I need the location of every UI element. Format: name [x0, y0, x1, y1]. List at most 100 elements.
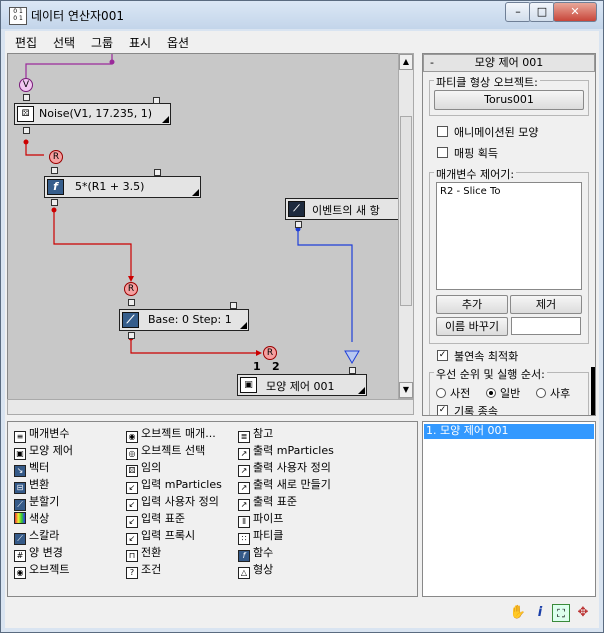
port-r-circle-1[interactable]: R — [49, 150, 63, 164]
palette-item-switch[interactable]: ⊓ 전환 — [126, 544, 161, 562]
post-radio[interactable] — [536, 388, 546, 398]
palette-item-output-standard[interactable]: ↗ 출력 표준 — [238, 493, 297, 511]
palette-item-function[interactable]: f 함수 — [238, 544, 273, 562]
shape-control-node[interactable]: ▣ 모양 제어 001 — [237, 374, 367, 396]
base-step-node[interactable]: ⟋ Base: 0 Step: 1 — [119, 309, 249, 331]
condition-icon: ? — [126, 567, 138, 579]
palette-item-input-proxy[interactable]: ↙ 입력 프록시 — [126, 527, 195, 545]
dice-icon: ⚄ — [17, 106, 34, 122]
pre-radio[interactable] — [436, 388, 446, 398]
wire-noise-dot — [23, 139, 29, 145]
menu-edit[interactable]: 편집 — [15, 34, 37, 51]
geometry-icon: △ — [238, 567, 250, 579]
wire-fn-r — [53, 210, 132, 276]
scroll-up-button[interactable]: ▲ — [399, 54, 413, 70]
port-r-circle-3[interactable]: R — [263, 346, 277, 360]
fn-top-port[interactable] — [154, 169, 161, 176]
wire-top — [25, 54, 113, 78]
remove-button[interactable]: 제거 — [510, 295, 582, 314]
noise-node[interactable]: ⚄ Noise(V1, 17.235, 1) — [14, 103, 171, 125]
palette-item-shape-control[interactable]: ▣ 모양 제어 — [14, 442, 73, 460]
menu-options[interactable]: 옵션 — [167, 34, 189, 51]
palette-item-color[interactable]: 색상 — [14, 510, 49, 526]
palette-item-reference[interactable]: ≣ 참고 — [238, 425, 273, 443]
animated-shape-label: 애니메이션된 모양 — [454, 126, 539, 139]
event-list-item[interactable]: 1. 모양 제어 001 — [424, 424, 594, 439]
port-v-label: V — [22, 80, 30, 90]
fn-output-port[interactable] — [51, 199, 58, 206]
param-controller-list[interactable]: R2 - Slice To — [436, 182, 582, 290]
event-list[interactable]: 1. 모양 제어 001 — [422, 421, 596, 597]
rename-input[interactable] — [511, 317, 581, 335]
event-input-triangle — [344, 350, 360, 364]
palette-item-amount-change[interactable]: # 양 변경 — [14, 544, 63, 562]
rename-button[interactable]: 이름 바꾸기 — [436, 317, 508, 336]
minimize-button[interactable]: – — [505, 2, 531, 22]
rollout-header[interactable]: - 모양 제어 001 — [423, 54, 595, 72]
palette-item-object-param[interactable]: ◉ 오브젝트 매개... — [126, 425, 216, 443]
canvas-vertical-scrollbar[interactable]: ▲ ▼ — [398, 53, 414, 399]
hand-icon[interactable]: ✋ — [509, 604, 527, 622]
palette-item-input-standard[interactable]: ↙ 입력 표준 — [126, 510, 185, 528]
torus-object-button[interactable]: Torus001 — [434, 90, 584, 110]
info-icon[interactable]: i — [531, 604, 549, 622]
record-dependency-label: 기록 종속 — [454, 405, 498, 416]
panel-scroll-indicator[interactable] — [591, 367, 595, 415]
normal-radio[interactable] — [486, 388, 496, 398]
palette-item-input-mparticles[interactable]: ↙ 입력 mParticles — [126, 476, 222, 494]
palette-item-output-custom[interactable]: ↗ 출력 사용자 정의 — [238, 459, 331, 477]
palette-item-condition[interactable]: ? 조건 — [126, 561, 161, 579]
add-button[interactable]: 추가 — [436, 295, 508, 314]
new-event-node[interactable]: ⟋ 이벤트의 새 항 — [285, 198, 399, 220]
port-v-circle[interactable]: V — [19, 78, 33, 92]
shape-top-port[interactable] — [349, 367, 356, 374]
palette-item-scalar[interactable]: ⟋ 스칼라 — [14, 527, 59, 545]
palette-item-output-mparticles[interactable]: ↗ 출력 mParticles — [238, 442, 334, 460]
param-list-item[interactable]: R2 - Slice To — [440, 186, 501, 197]
noise-input-port[interactable] — [23, 94, 30, 101]
palette-item-particle[interactable]: ∷ 파티클 — [238, 527, 283, 545]
scroll-down-button[interactable]: ▼ — [399, 382, 413, 398]
application-window: 0 10 1 데이터 연산자001 – □ ✕ 편집 선택 그룹 표시 옵션 V… — [0, 0, 604, 633]
close-button[interactable]: ✕ — [553, 2, 597, 22]
palette-item-pipe[interactable]: ⫴ 파이프 — [238, 510, 283, 528]
palette-item-vector[interactable]: ↘ 벡터 — [14, 459, 49, 477]
menu-group[interactable]: 그룹 — [91, 34, 113, 51]
menu-display[interactable]: 표시 — [129, 34, 151, 51]
schematic-canvas[interactable]: V ⚄ Noise(V1, 17.235, 1) R f 5*(R1 + 3.5… — [7, 53, 400, 401]
parameter-panel: - 모양 제어 001 파티클 형상 오브젝트: Torus001 애니메이션된… — [422, 53, 596, 416]
scroll-thumb[interactable] — [400, 116, 412, 306]
event-output-port[interactable] — [295, 221, 302, 228]
palette-item-transform[interactable]: ⊟ 변환 — [14, 476, 49, 494]
port-r-circle-2[interactable]: R — [124, 282, 138, 296]
base-input-port[interactable] — [128, 299, 135, 306]
discontinuous-checkbox[interactable]: ✓ — [437, 350, 448, 361]
noise-top-port[interactable] — [153, 97, 160, 104]
palette-item-input-custom[interactable]: ↙ 입력 사용자 정의 — [126, 493, 219, 511]
function-node[interactable]: f 5*(R1 + 3.5) — [44, 176, 201, 198]
menu-select[interactable]: 선택 — [53, 34, 75, 51]
window-title: 데이터 연산자001 — [31, 9, 124, 23]
palette-item-parameter[interactable]: ≡ 매개변수 — [14, 425, 69, 443]
zoom-extents-icon[interactable]: ⛶ — [552, 604, 570, 622]
menu-bar: 편집 선택 그룹 표시 옵션 — [5, 31, 599, 51]
acquire-mapping-checkbox[interactable] — [437, 147, 448, 158]
maximize-icon: □ — [536, 5, 548, 18]
palette-item-object[interactable]: ◉ 오브젝트 — [14, 561, 69, 579]
palette-item-splitter[interactable]: ⟋ 분할기 — [14, 493, 59, 511]
particle-shape-group-title: 파티클 형상 오브젝트: — [434, 74, 540, 90]
fn-input-port[interactable] — [51, 167, 58, 174]
animated-shape-checkbox[interactable] — [437, 126, 448, 137]
canvas-horizontal-scrollbar[interactable] — [7, 399, 414, 415]
base-output-port[interactable] — [128, 332, 135, 339]
record-dependency-checkbox[interactable]: ✓ — [437, 405, 448, 415]
rollout-toggle[interactable]: - — [430, 55, 434, 71]
base-top-port[interactable] — [230, 302, 237, 309]
palette-item-object-select[interactable]: ◎ 오브젝트 선택 — [126, 442, 205, 460]
palette-item-output-new[interactable]: ↗ 출력 새로 만들기 — [238, 476, 331, 494]
maximize-button[interactable]: □ — [529, 2, 555, 22]
palette-item-random[interactable]: ⚄ 임의 — [126, 459, 161, 477]
palette-item-geometry[interactable]: △ 형상 — [238, 561, 273, 579]
noise-output-port[interactable] — [23, 127, 30, 134]
navigate-icon[interactable]: ✥ — [574, 604, 592, 622]
